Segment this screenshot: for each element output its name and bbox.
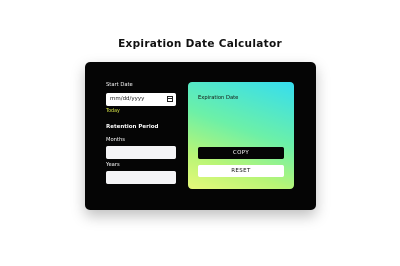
start-date-placeholder: mm/dd/yyyy	[110, 96, 145, 102]
result-panel: Expiration Date COPY RESET	[188, 82, 294, 189]
retention-period-heading: Retention Period	[106, 124, 159, 130]
start-date-input[interactable]: mm/dd/yyyy	[106, 93, 176, 106]
page-title: Expiration Date Calculator	[118, 38, 282, 50]
calculator-card: Start Date mm/dd/yyyy Today Retention Pe…	[85, 62, 316, 210]
years-input[interactable]	[106, 171, 176, 184]
reset-button[interactable]: RESET	[198, 165, 284, 177]
calendar-icon[interactable]	[167, 96, 173, 102]
today-link[interactable]: Today	[106, 109, 120, 114]
copy-button[interactable]: COPY	[198, 147, 284, 159]
start-date-label: Start Date	[106, 82, 133, 88]
months-input[interactable]	[106, 146, 176, 159]
months-label: Months	[106, 137, 125, 143]
expiration-date-label: Expiration Date	[198, 95, 239, 101]
years-label: Years	[106, 162, 120, 168]
